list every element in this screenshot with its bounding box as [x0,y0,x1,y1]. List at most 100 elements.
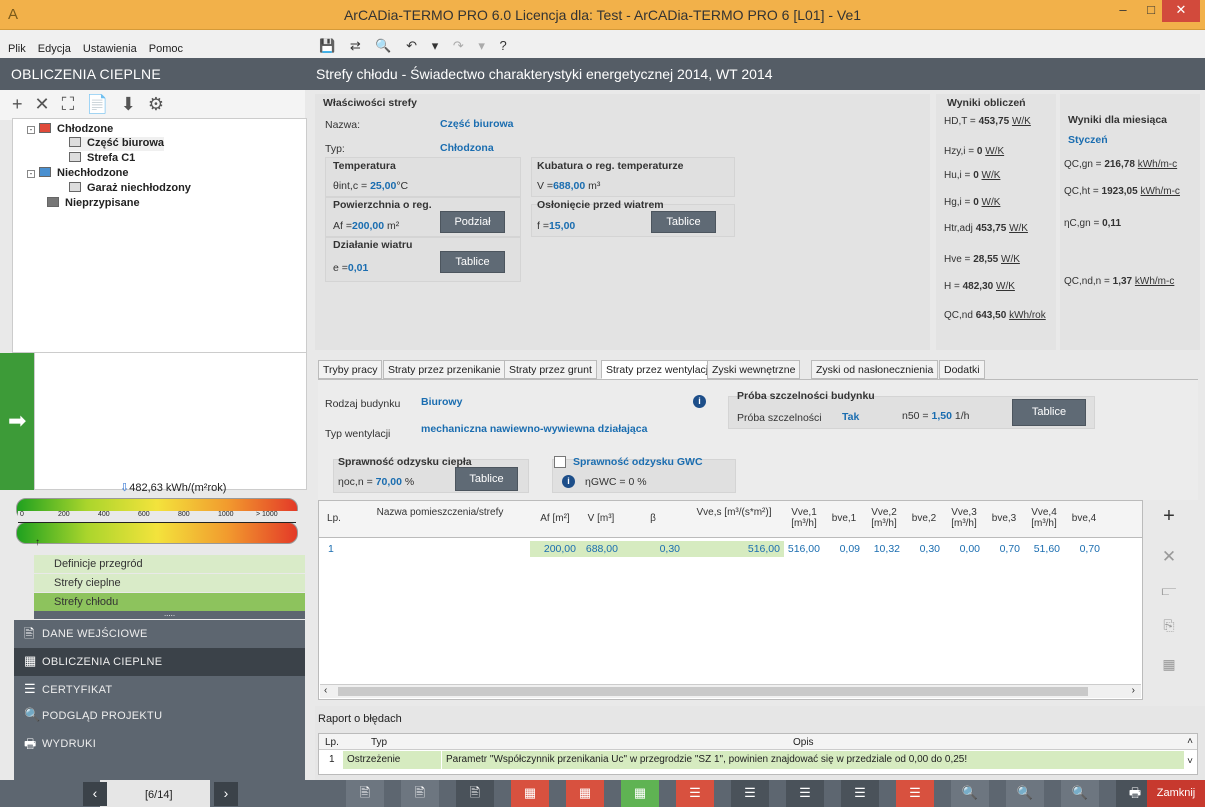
structure-icon[interactable]: ⛶ [62,94,75,114]
gwc-info-icon[interactable]: i [562,475,575,488]
help-icon[interactable]: ? [500,38,507,53]
tree-item-nieprzypisane[interactable]: Nieprzypisane [47,197,140,211]
tab-2[interactable]: Straty przez grunt [504,360,597,379]
typ-value[interactable]: Chłodzona [440,142,494,154]
powierzchnia-field[interactable]: Af =200,00 m² [333,220,399,232]
table-cell[interactable]: 516,00 [784,541,824,557]
delete-row-icon[interactable]: ✕ [1157,547,1181,567]
podzial-button[interactable]: Podział [440,211,505,233]
scroll-thumb[interactable] [338,687,1088,696]
tab-4[interactable]: Zyski wewnętrzne [707,360,801,379]
wiatr-field[interactable]: e =0,01 [333,262,368,274]
copy-row-icon[interactable]: ⎘ [1157,617,1181,634]
bottom-tool-icon[interactable]: ☰ [731,780,769,807]
horizontal-scrollbar[interactable]: ‹ › [320,684,1141,698]
add-icon[interactable]: + [12,94,23,114]
bottom-tool-icon[interactable]: ▦ [511,780,549,807]
settings-icon[interactable]: ⚙ [148,94,164,114]
tree-item-czesc-biurowa[interactable]: Część biurowa [69,137,165,151]
undo-dropdown-icon[interactable]: ▾ [432,38,439,53]
preview-icon[interactable]: 🔍 [375,38,391,53]
scroll-left-icon[interactable]: ‹ [324,685,327,696]
undo-icon[interactable]: ↶ [406,38,417,53]
copy-icon[interactable]: 📄 [86,94,108,114]
redo-icon[interactable]: ↷ [453,38,464,53]
structure-row-icon[interactable]: ⫍ [1157,582,1181,599]
table-cell[interactable]: 200,00 [530,541,580,557]
add-row-icon[interactable]: + [1157,505,1181,528]
tab-1[interactable]: Straty przez przenikanie [383,360,506,379]
expand-arrow-icon[interactable]: ➡ [8,408,26,434]
bottom-tool-icon[interactable]: 🖹 [346,780,384,807]
close-button[interactable]: Zamknij [1147,780,1205,807]
table-cell[interactable]: 0,30 [622,541,684,557]
oslonienie-tablice-button[interactable]: Tablice [651,211,716,233]
wiatr-tablice-button[interactable]: Tablice [440,251,505,273]
proba-tablice-button[interactable]: Tablice [1012,399,1086,426]
bottom-tool-icon[interactable]: 🖹 [456,780,494,807]
table-cell[interactable]: 0,70 [1064,541,1104,557]
section-obliczenia-cieplne[interactable]: ▦ OBLICZENIA CIEPLNE [14,648,305,676]
proba-value[interactable]: Tak [842,411,859,423]
table-cell[interactable]: 0,70 [984,541,1024,557]
tree-item-strefa-c1[interactable]: Strefa C1 [69,152,135,166]
calculator-row-icon[interactable]: ▦ [1157,656,1181,673]
bottom-tool-icon[interactable]: 🖹 [401,780,439,807]
table-cell[interactable]: 688,00 [580,541,622,557]
collapse-icon[interactable]: - [27,126,35,134]
section-wydruki[interactable]: 🖶 WYDRUKI [14,730,305,758]
close-window-button[interactable]: ✕ [1162,0,1200,22]
section-certyfikat[interactable]: ☰ CERTYFIKAT [14,676,305,704]
month-selector[interactable]: Styczeń [1068,134,1108,146]
prev-page-button[interactable]: ‹ [83,782,107,806]
table-cell[interactable]: 0,30 [904,541,944,557]
save-icon[interactable]: 💾 [319,38,335,53]
sync-icon[interactable]: ⇄ [350,38,361,53]
odzysk-tablice-button[interactable]: Tablice [455,467,518,491]
menu-edycja[interactable]: Edycja [38,43,71,55]
minimize-button[interactable]: – [1108,0,1138,22]
table-cell[interactable]: 10,32 [864,541,904,557]
rodzaj-value[interactable]: Biurowy [421,396,462,408]
delete-icon[interactable]: ✕ [35,94,50,114]
collapse-icon[interactable]: - [27,170,35,178]
sort-icon[interactable]: ⬇ [121,94,136,114]
nav-definicje-przegrod[interactable]: Definicje przegród [34,555,305,573]
scroll-right-icon[interactable]: › [1132,685,1135,696]
bottom-tool-icon[interactable]: ☰ [676,780,714,807]
bottom-tool-icon[interactable]: ☰ [841,780,879,807]
n50-field[interactable]: n50 = 1,50 1/h [902,410,969,422]
bottom-tool-icon[interactable]: 🔍 [1006,780,1044,807]
tab-5[interactable]: Zyski od nasłonecznienia [811,360,939,379]
nav-strefy-cieplne[interactable]: Strefy cieplne [34,574,305,592]
bottom-tool-icon[interactable]: 🔍 [951,780,989,807]
table-cell[interactable] [350,541,530,557]
tree-item-niechlodzone[interactable]: - Niechłodzone [27,167,129,181]
typ-wentylacji-value[interactable]: mechaniczna nawiewno-wywiewna działająca [421,423,647,435]
table-cell[interactable]: 0,09 [824,541,864,557]
tab-3[interactable]: Straty przez wentylację [601,360,719,379]
oslonienie-field[interactable]: f =15,00 [537,220,575,232]
collapse-strip[interactable]: ➡ [0,353,34,490]
tab-6[interactable]: Dodatki [939,360,985,379]
table-cell[interactable]: 51,60 [1024,541,1064,557]
nazwa-value[interactable]: Część biurowa [440,118,514,130]
tree-item-chlodzone[interactable]: - Chłodzone [27,123,113,137]
menu-ustawienia[interactable]: Ustawienia [83,43,137,55]
table-cell[interactable]: 1 [320,541,348,557]
error-row[interactable]: 1 Ostrzeżenie Parametr "Współczynnik prz… [319,751,1184,769]
scroll-down-icon[interactable]: ˅ [1187,756,1193,767]
gwc-checkbox[interactable] [554,456,566,468]
temperature-field[interactable]: θint,c = 25,00°C [333,180,408,192]
tree-item-garaz[interactable]: Garaż niechłodzony [69,182,191,196]
table-cell[interactable]: 0,00 [944,541,984,557]
next-page-button[interactable]: › [214,782,238,806]
section-dane-wejsciowe[interactable]: 🖹 DANE WEJŚCIOWE [14,620,305,648]
menu-pomoc[interactable]: Pomoc [149,43,183,55]
table-cell[interactable]: 516,00 [684,541,784,557]
bottom-tool-icon[interactable]: ☰ [896,780,934,807]
bottom-tool-icon[interactable]: ▦ [566,780,604,807]
bottom-tool-icon[interactable]: ▦ [621,780,659,807]
info-icon[interactable]: i [693,395,706,408]
scroll-up-icon[interactable]: ˄ [1187,736,1193,747]
